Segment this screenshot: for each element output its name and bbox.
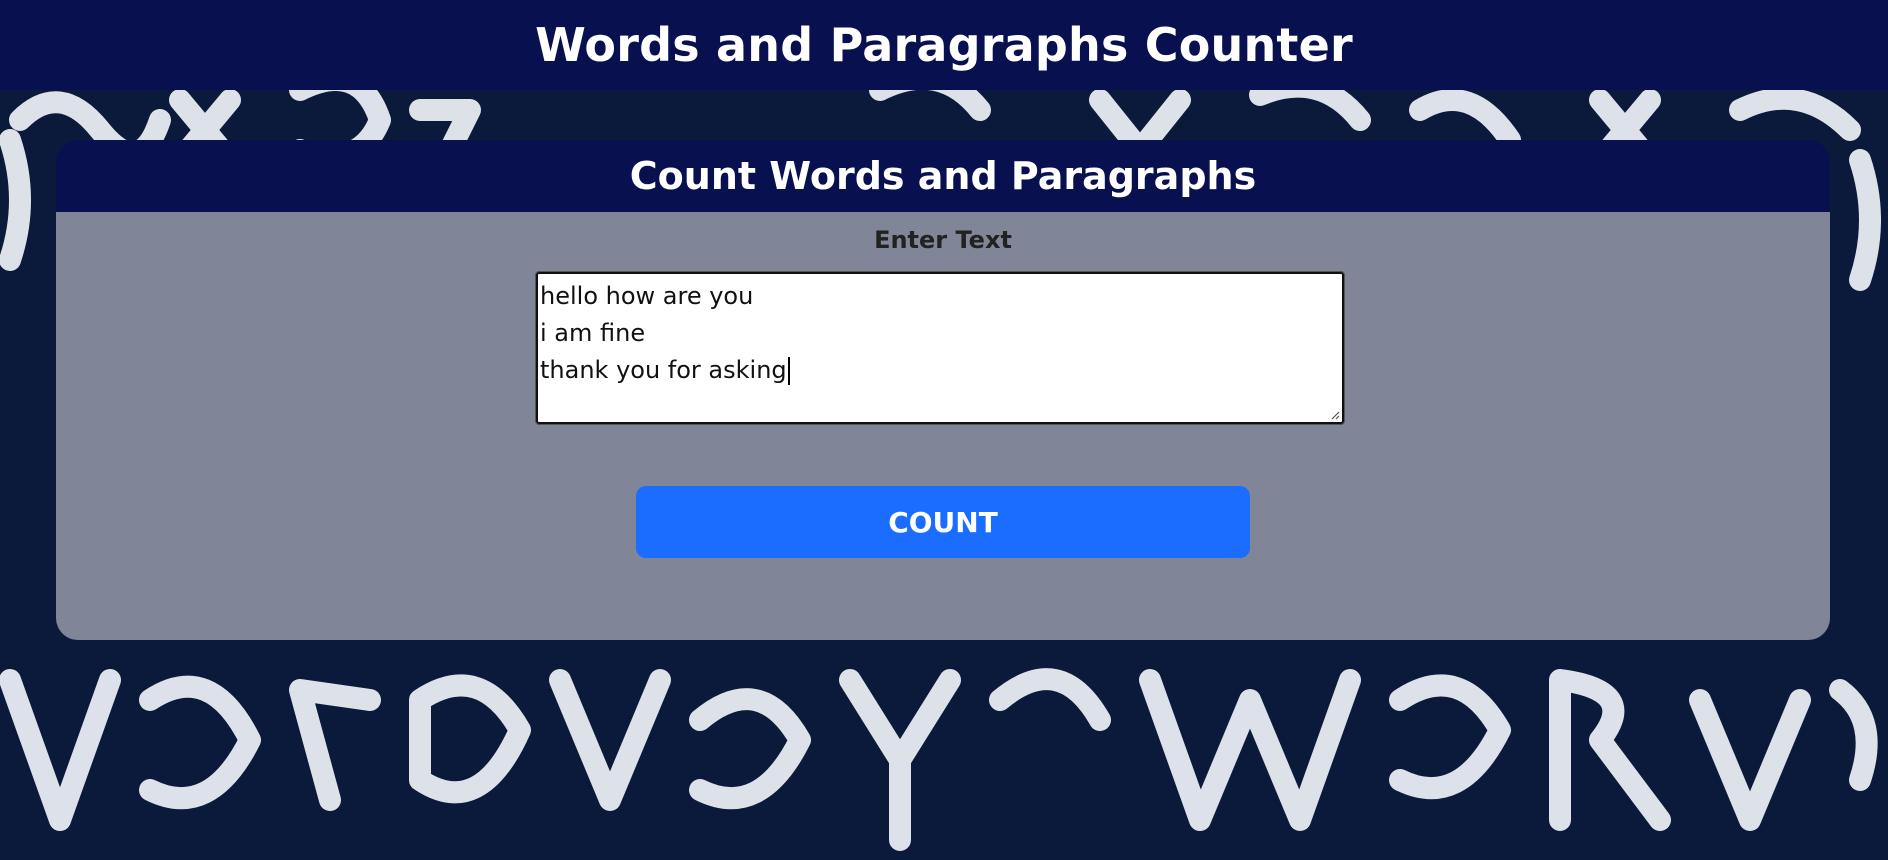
card-body: Enter Text hello how are you i am fine t… bbox=[56, 212, 1830, 640]
text-input[interactable]: hello how are you i am fine thank you fo… bbox=[535, 271, 1345, 425]
counter-card: Count Words and Paragraphs Enter Text he… bbox=[56, 140, 1830, 640]
text-line-last: thank you for asking bbox=[540, 352, 1340, 389]
card-title: Count Words and Paragraphs bbox=[629, 154, 1257, 198]
app-header: Words and Paragraphs Counter bbox=[0, 0, 1888, 90]
enter-text-label: Enter Text bbox=[874, 226, 1012, 254]
card-header: Count Words and Paragraphs bbox=[56, 140, 1830, 212]
count-button[interactable]: COUNT bbox=[636, 486, 1250, 558]
text-line: i am fine bbox=[540, 319, 646, 347]
page-title: Words and Paragraphs Counter bbox=[535, 18, 1353, 72]
resize-handle-icon[interactable] bbox=[1330, 410, 1340, 420]
text-line: hello how are you bbox=[540, 282, 754, 310]
text-line-content: thank you for asking bbox=[540, 356, 787, 384]
text-caret bbox=[787, 357, 790, 385]
